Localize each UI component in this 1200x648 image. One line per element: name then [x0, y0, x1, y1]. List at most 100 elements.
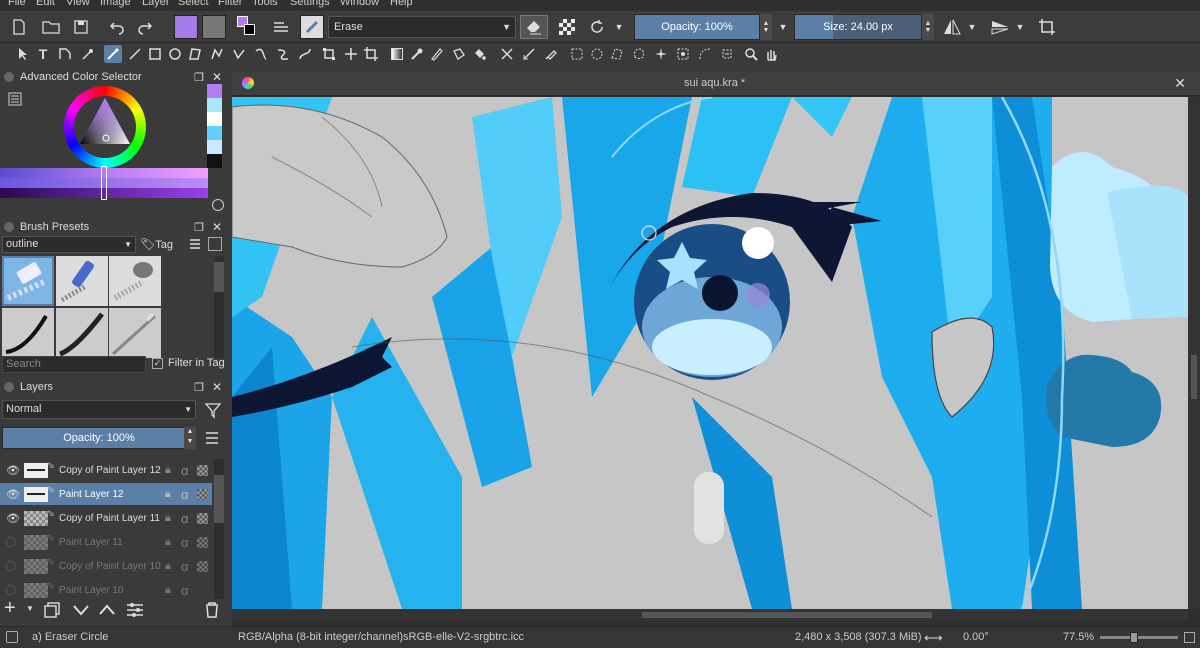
menu-image[interactable]: Image	[100, 0, 131, 8]
alpha-lock-icon[interactable]	[556, 15, 578, 39]
menu-file[interactable]: File	[8, 0, 26, 8]
blend-mode-select[interactable]: Erase ▼	[328, 16, 516, 38]
zoom-slider[interactable]	[1100, 632, 1178, 643]
mirror-vertical-icon[interactable]	[988, 15, 1012, 39]
float-docker-icon[interactable]: ❐	[194, 71, 204, 84]
freehand-select-icon[interactable]	[630, 45, 648, 63]
calligraphy-icon[interactable]	[78, 45, 96, 63]
bezier-tool-icon[interactable]	[230, 45, 248, 63]
alpha-lock-icon[interactable]: α	[181, 511, 189, 526]
menu-tools[interactable]: Tools	[252, 0, 278, 8]
chevron-down-icon[interactable]: ▼	[966, 15, 978, 39]
layer-opacity-slider[interactable]: Opacity: 100%	[2, 427, 196, 449]
chevron-down-icon[interactable]: ▼	[26, 604, 34, 613]
alpha-lock-icon[interactable]: α	[181, 559, 189, 574]
layers-scrollbar[interactable]	[214, 459, 224, 599]
save-icon[interactable]	[70, 15, 92, 39]
eraser-mode-icon[interactable]	[520, 15, 548, 39]
eye-closed-icon[interactable]	[6, 561, 16, 571]
reload-preset-icon[interactable]	[586, 15, 608, 39]
brush-preset-eraser[interactable]	[2, 256, 54, 306]
polygon-select-icon[interactable]	[608, 45, 626, 63]
color-picker-icon[interactable]	[408, 45, 426, 63]
menu-edit[interactable]: Edit	[36, 0, 55, 8]
dynamic-brush-icon[interactable]	[274, 45, 292, 63]
gradient-tool-icon[interactable]	[388, 45, 406, 63]
rectangle-tool-icon[interactable]	[146, 45, 164, 63]
docker-lock-icon[interactable]	[4, 222, 14, 232]
brush-preset-marker[interactable]	[56, 256, 108, 306]
menu-settings[interactable]: Settings	[290, 0, 330, 8]
freehand-path-icon[interactable]	[252, 45, 270, 63]
layer-row[interactable]: 👁︎ ⬂ Copy of Paint Layer 12 🔒︎ α	[0, 459, 212, 481]
rotation-icon[interactable]: ⟷	[924, 630, 943, 646]
menu-select[interactable]: Select	[178, 0, 209, 8]
gradient-swatch[interactable]	[174, 15, 198, 39]
close-docker-icon[interactable]: ✕	[212, 220, 222, 234]
crop-tool-icon[interactable]	[362, 45, 380, 63]
color-selector-settings-icon[interactable]	[8, 92, 22, 106]
slider-handle[interactable]	[101, 166, 107, 200]
presets-view-icon[interactable]	[208, 237, 222, 251]
reference-tool-icon[interactable]	[542, 45, 560, 63]
move-tool-icon[interactable]	[342, 45, 360, 63]
wrap-around-icon[interactable]	[1036, 15, 1058, 39]
eye-closed-icon[interactable]	[6, 537, 16, 547]
alpha-lock-icon[interactable]: α	[181, 535, 189, 550]
eye-icon[interactable]: 👁︎	[6, 512, 20, 525]
eye-icon[interactable]: 👁︎	[6, 488, 20, 501]
new-document-icon[interactable]	[8, 15, 30, 39]
line-tool-icon[interactable]	[126, 45, 144, 63]
undo-icon[interactable]	[106, 15, 128, 39]
canvas-vertical-scrollbar[interactable]	[1188, 97, 1200, 609]
opacity-slider[interactable]: Opacity: 100%	[634, 14, 760, 40]
lock-icon[interactable]: 🔒︎	[165, 464, 171, 477]
color-history-strip[interactable]	[207, 84, 222, 168]
layer-blend-mode-select[interactable]: Normal ▼	[2, 400, 196, 419]
menu-layer[interactable]: Layer	[142, 0, 170, 8]
menu-window[interactable]: Window	[340, 0, 379, 8]
pan-tool-icon[interactable]	[762, 45, 780, 63]
layer-row[interactable]: 👁︎ ⬂ Copy of Paint Layer 11 🔒︎ α	[0, 507, 212, 529]
lock-icon[interactable]: 🔒︎	[165, 560, 171, 573]
chevron-down-icon[interactable]: ▼	[776, 15, 790, 39]
menu-filter[interactable]: Filter	[218, 0, 242, 8]
smart-patch-icon[interactable]	[450, 45, 468, 63]
inherit-alpha-icon[interactable]	[197, 537, 208, 548]
reset-color-icon[interactable]	[212, 199, 224, 211]
brush-settings-icon[interactable]	[270, 15, 292, 39]
open-folder-icon[interactable]	[40, 15, 62, 39]
rect-select-icon[interactable]	[568, 45, 586, 63]
close-docker-icon[interactable]: ✕	[212, 70, 222, 84]
hue-ring[interactable]	[64, 86, 146, 168]
polyline-tool-icon[interactable]	[208, 45, 226, 63]
brush-preset-icon[interactable]	[300, 15, 324, 39]
chevron-down-icon[interactable]: ▼	[1014, 15, 1026, 39]
canvas-horizontal-scrollbar[interactable]	[232, 609, 1188, 621]
size-spin-icon[interactable]: ▲ ▼	[922, 14, 934, 40]
lock-icon[interactable]: 🔒︎	[165, 536, 171, 549]
eye-icon[interactable]: 👁︎	[6, 464, 20, 477]
close-docker-icon[interactable]: ✕	[212, 380, 222, 394]
close-document-icon[interactable]: ✕	[1174, 75, 1186, 92]
magnetic-select-icon[interactable]	[718, 45, 736, 63]
tag-button[interactable]: 🏷︎Tag	[140, 236, 184, 253]
menu-help[interactable]: Help	[390, 0, 413, 8]
layers-menu-icon[interactable]	[204, 430, 220, 446]
duplicate-layer-icon[interactable]	[44, 602, 60, 618]
move-layer-down-icon[interactable]	[72, 602, 90, 618]
layer-row[interactable]: ⬂ Paint Layer 10 🔒︎ α	[0, 579, 212, 599]
layer-row-selected[interactable]: 👁︎ ⬂ Paint Layer 12 🔒︎ α	[0, 483, 212, 505]
eye-closed-icon[interactable]	[6, 585, 16, 595]
saturation-triangle[interactable]	[64, 86, 146, 168]
menu-view[interactable]: View	[66, 0, 90, 8]
add-layer-icon[interactable]: +	[4, 598, 24, 618]
layer-properties-icon[interactable]	[126, 602, 144, 618]
brush-preset-blender[interactable]	[109, 256, 161, 306]
zoom-tool-icon[interactable]	[742, 45, 760, 63]
inherit-alpha-icon[interactable]	[197, 513, 208, 524]
fill-tool-icon[interactable]	[470, 45, 488, 63]
measure-tool-icon[interactable]	[520, 45, 538, 63]
ellipse-tool-icon[interactable]	[166, 45, 184, 63]
lock-icon[interactable]: 🔒︎	[165, 584, 171, 597]
